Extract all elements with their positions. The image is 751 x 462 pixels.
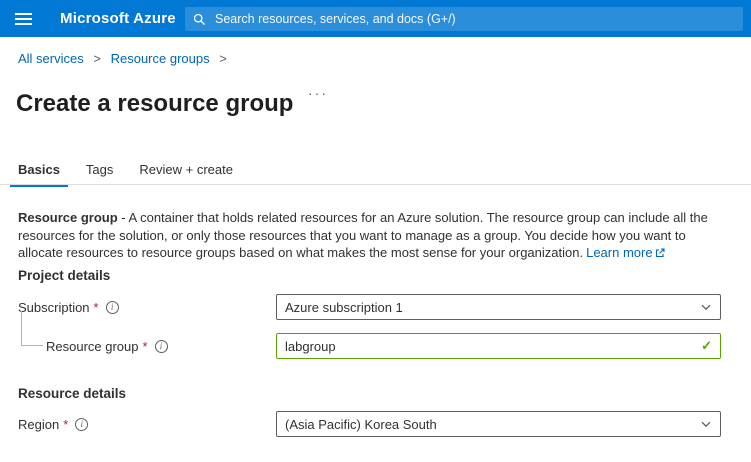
resource-group-label: Resource group * i: [46, 333, 168, 359]
required-marker: *: [63, 416, 69, 432]
tab-divider: [0, 184, 751, 185]
hamburger-button[interactable]: [0, 0, 46, 37]
section-resource-details: Resource details: [18, 386, 127, 401]
chevron-down-icon: [701, 304, 711, 311]
tab-review-create[interactable]: Review + create: [131, 158, 241, 187]
required-marker: *: [142, 338, 148, 354]
subscription-value: Azure subscription 1: [285, 299, 403, 315]
region-label: Region * i: [18, 411, 89, 437]
page-title: Create a resource group: [16, 90, 294, 118]
menu-icon: [14, 12, 32, 25]
tab-tags[interactable]: Tags: [78, 158, 121, 187]
required-marker: *: [93, 299, 99, 315]
chevron-down-icon: [701, 421, 711, 428]
region-value: (Asia Pacific) Korea South: [285, 416, 437, 432]
subscription-dropdown[interactable]: Azure subscription 1: [276, 294, 721, 320]
external-link-icon: [655, 248, 665, 258]
tab-bar: Basics Tags Review + create: [10, 158, 251, 187]
azure-brand-link[interactable]: Microsoft Azure: [60, 0, 176, 37]
search-input[interactable]: [213, 11, 735, 27]
resource-group-input[interactable]: [285, 338, 696, 354]
info-icon[interactable]: i: [105, 300, 119, 314]
tab-basics[interactable]: Basics: [10, 158, 68, 187]
more-options-icon[interactable]: ···: [302, 84, 334, 102]
region-dropdown[interactable]: (Asia Pacific) Korea South: [276, 411, 721, 437]
field-connector-line: [21, 311, 43, 346]
section-project-details: Project details: [18, 268, 111, 283]
top-bar: Microsoft Azure: [0, 0, 751, 37]
breadcrumb-separator: >: [93, 51, 101, 66]
description-lead: Resource group: [18, 210, 118, 225]
breadcrumb-all-services[interactable]: All services: [18, 51, 84, 66]
breadcrumb-resource-groups[interactable]: Resource groups: [111, 51, 210, 66]
learn-more-link[interactable]: Learn more: [586, 245, 652, 260]
resource-group-field: ✓: [276, 333, 721, 359]
info-icon[interactable]: i: [154, 339, 168, 353]
global-search-box[interactable]: [185, 7, 743, 31]
search-icon: [193, 13, 206, 25]
resource-group-description: Resource group - A container that holds …: [18, 209, 734, 262]
breadcrumb-separator: >: [219, 51, 227, 66]
azure-portal-page: Microsoft Azure All services > Resource …: [0, 0, 751, 462]
valid-check-icon: ✓: [701, 338, 712, 353]
info-icon[interactable]: i: [75, 417, 89, 431]
breadcrumb: All services > Resource groups >: [18, 51, 233, 66]
